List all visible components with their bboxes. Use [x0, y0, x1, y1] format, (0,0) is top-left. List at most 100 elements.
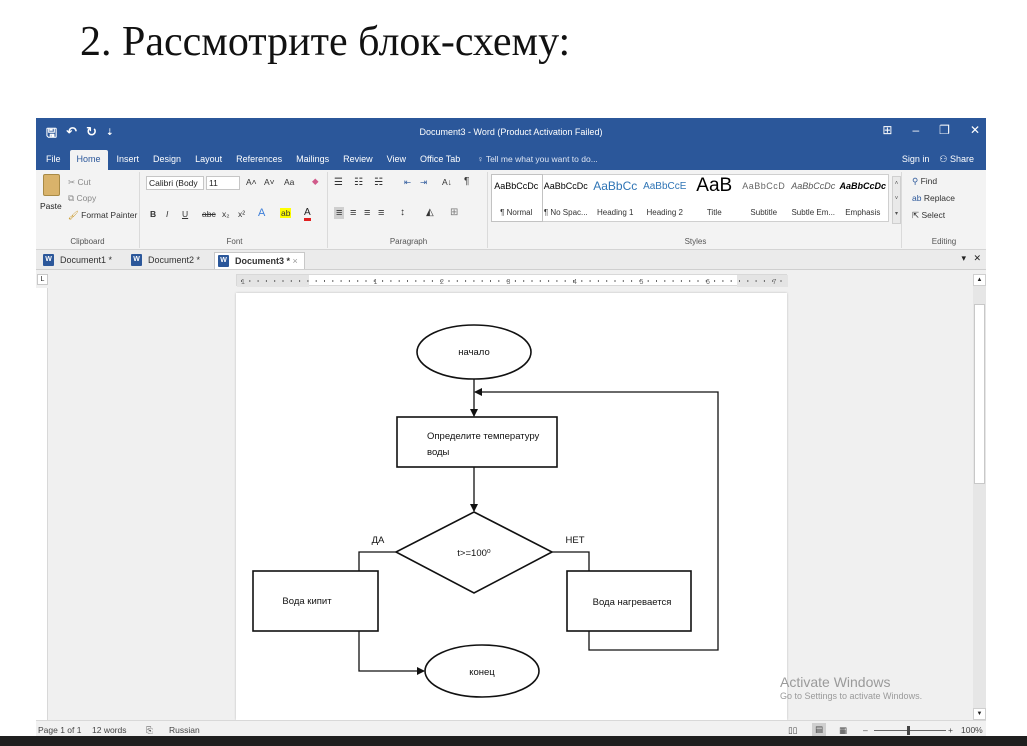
replace-button[interactable]: ab Replace [912, 193, 955, 203]
italic-button[interactable]: I [166, 209, 168, 219]
close-button[interactable]: ✕ [970, 123, 980, 137]
find-button[interactable]: ⚲ Find [912, 176, 937, 187]
text-effects-button[interactable]: A [258, 207, 265, 219]
tab-file[interactable]: File [36, 150, 68, 170]
cut-button[interactable]: ✂ Cut [68, 177, 91, 188]
vertical-ruler[interactable] [36, 288, 48, 720]
underline-button[interactable]: U [182, 209, 188, 219]
superscript-button[interactable]: x² [238, 209, 245, 219]
ruler-tick [407, 280, 408, 282]
bold-button[interactable]: B [150, 209, 156, 219]
proofing-icon[interactable]: ⎘ [146, 725, 153, 736]
document-page[interactable]: начало Определите температуру воды t>=10… [236, 293, 787, 720]
ruler-tick [456, 280, 458, 282]
style-emphasis[interactable]: AaBbCcDc Emphasis [839, 175, 889, 221]
no-label: НЕТ [566, 535, 585, 546]
center-button[interactable]: ≡ [350, 207, 356, 219]
tab-review[interactable]: Review [336, 150, 380, 170]
justify-button[interactable]: ≡ [378, 207, 384, 219]
tab-list-dropdown-icon[interactable]: ▾ [961, 253, 966, 264]
zoom-out-button[interactable]: – [863, 725, 868, 735]
borders-button[interactable]: ⊞ [450, 207, 458, 218]
scroll-down-arrow[interactable]: ▼ [973, 708, 986, 720]
scroll-up-arrow[interactable]: ▲ [973, 274, 986, 286]
doc-tab-document3[interactable]: W Document3 * × [214, 252, 305, 269]
zoom-in-button[interactable]: + [948, 725, 953, 735]
tab-insert[interactable]: Insert [110, 150, 147, 170]
align-left-button[interactable]: ≡ [334, 207, 345, 219]
bullets-button[interactable]: ☰ [334, 177, 343, 188]
doc-tab-document1[interactable]: W Document1 * [40, 252, 112, 269]
styles-scroll[interactable]: ˄ ˅ ▾ [892, 176, 901, 224]
copy-button[interactable]: ⧉ Copy [68, 193, 96, 204]
align-right-button[interactable]: ≡ [364, 207, 370, 219]
highlight-button[interactable]: ab [280, 208, 292, 218]
change-case-button[interactable]: Aa [284, 177, 294, 187]
ruler-corner[interactable]: L [37, 274, 48, 285]
grow-font-button[interactable]: A˄ [246, 177, 257, 187]
ruler-tick [357, 280, 359, 282]
page-count[interactable]: Page 1 of 1 [38, 725, 81, 735]
tell-me-search[interactable]: ♀ Tell me what you want to do... [467, 150, 598, 170]
styles-group-label: Styles [684, 237, 707, 246]
style-title[interactable]: AaB Title [690, 175, 740, 221]
ribbon-display-options-icon[interactable]: ⊞ [882, 123, 892, 137]
ruler-tick [415, 280, 417, 282]
clear-formatting-icon[interactable]: ◆ [312, 176, 319, 187]
format-painter-button[interactable]: 🖌 Format Painter [68, 210, 137, 221]
tab-layout[interactable]: Layout [188, 150, 229, 170]
font-size-select[interactable]: 11 [206, 176, 240, 190]
style-subtitle[interactable]: AaBbCcD Subtitle [740, 175, 790, 221]
style-no-spacing[interactable]: AaBbCcDc ¶ No Spac... [542, 175, 592, 221]
zoom-slider[interactable] [874, 726, 946, 735]
word-count[interactable]: 12 words [92, 725, 127, 735]
tab-home[interactable]: Home [69, 150, 108, 170]
font-color-button[interactable]: A [304, 207, 311, 221]
minimize-button[interactable]: – [912, 123, 919, 137]
zoom-slider-thumb[interactable] [907, 726, 910, 735]
tab-view[interactable]: View [380, 150, 413, 170]
tab-references[interactable]: References [229, 150, 289, 170]
shading-button[interactable]: ◭ [426, 207, 434, 218]
doc-tab-label: Document1 * [60, 255, 113, 265]
scroll-thumb[interactable] [974, 304, 985, 484]
ruler-tick [672, 280, 674, 282]
ruler-tick [614, 280, 616, 282]
multilevel-list-button[interactable]: ☵ [374, 177, 383, 188]
subscript-button[interactable]: x₂ [222, 209, 230, 219]
paste-button[interactable]: Paste [40, 174, 64, 224]
ruler-number: 3 [507, 279, 511, 286]
restore-button[interactable]: ❐ [939, 123, 950, 137]
style-subtle-emphasis[interactable]: AaBbCcDc Subtle Em... [789, 175, 839, 221]
horizontal-ruler[interactable]: 1 1 2 3 4 5 6 7 [236, 274, 788, 287]
style-heading-2[interactable]: AaBbCcE Heading 2 [641, 175, 691, 221]
style-heading-1[interactable]: AaBbCc Heading 1 [591, 175, 641, 221]
tab-office-tab[interactable]: Office Tab [413, 150, 467, 170]
sort-button[interactable]: A↓ [442, 177, 452, 187]
zoom-level[interactable]: 100% [961, 725, 983, 735]
style-normal[interactable]: AaBbCcDc ¶ Normal [491, 174, 543, 222]
tab-design[interactable]: Design [146, 150, 188, 170]
share-button[interactable]: ⚇ Share [939, 150, 974, 170]
font-name-select[interactable]: Calibri (Body [146, 176, 204, 190]
web-layout-icon[interactable]: ▦ [839, 725, 847, 736]
line-spacing-button[interactable]: ↕ [400, 207, 405, 218]
numbering-button[interactable]: ☷ [354, 177, 363, 188]
shrink-font-button[interactable]: A˅ [264, 177, 275, 187]
strikethrough-button[interactable]: abc [202, 209, 216, 219]
increase-indent-button[interactable]: ⇥ [420, 177, 427, 188]
tab-mailings[interactable]: Mailings [289, 150, 336, 170]
show-formatting-button[interactable]: ¶ [464, 176, 469, 187]
select-button[interactable]: ⇱ Select [912, 210, 945, 221]
doc-tab-document2[interactable]: W Document2 * [128, 252, 200, 269]
read-mode-icon[interactable]: ▯▯ [788, 725, 797, 736]
close-tab-icon[interactable]: × [293, 256, 298, 266]
sign-in-link[interactable]: Sign in [902, 150, 930, 170]
language-indicator[interactable]: Russian [169, 725, 200, 735]
print-layout-icon[interactable]: ▤ [812, 723, 827, 736]
close-document-icon[interactable]: ✕ [973, 253, 981, 264]
ruler-tick [697, 280, 699, 282]
vertical-scrollbar[interactable]: ▲ ▼ [973, 274, 986, 720]
ruler-tick [448, 280, 450, 282]
decrease-indent-button[interactable]: ⇤ [404, 177, 411, 188]
